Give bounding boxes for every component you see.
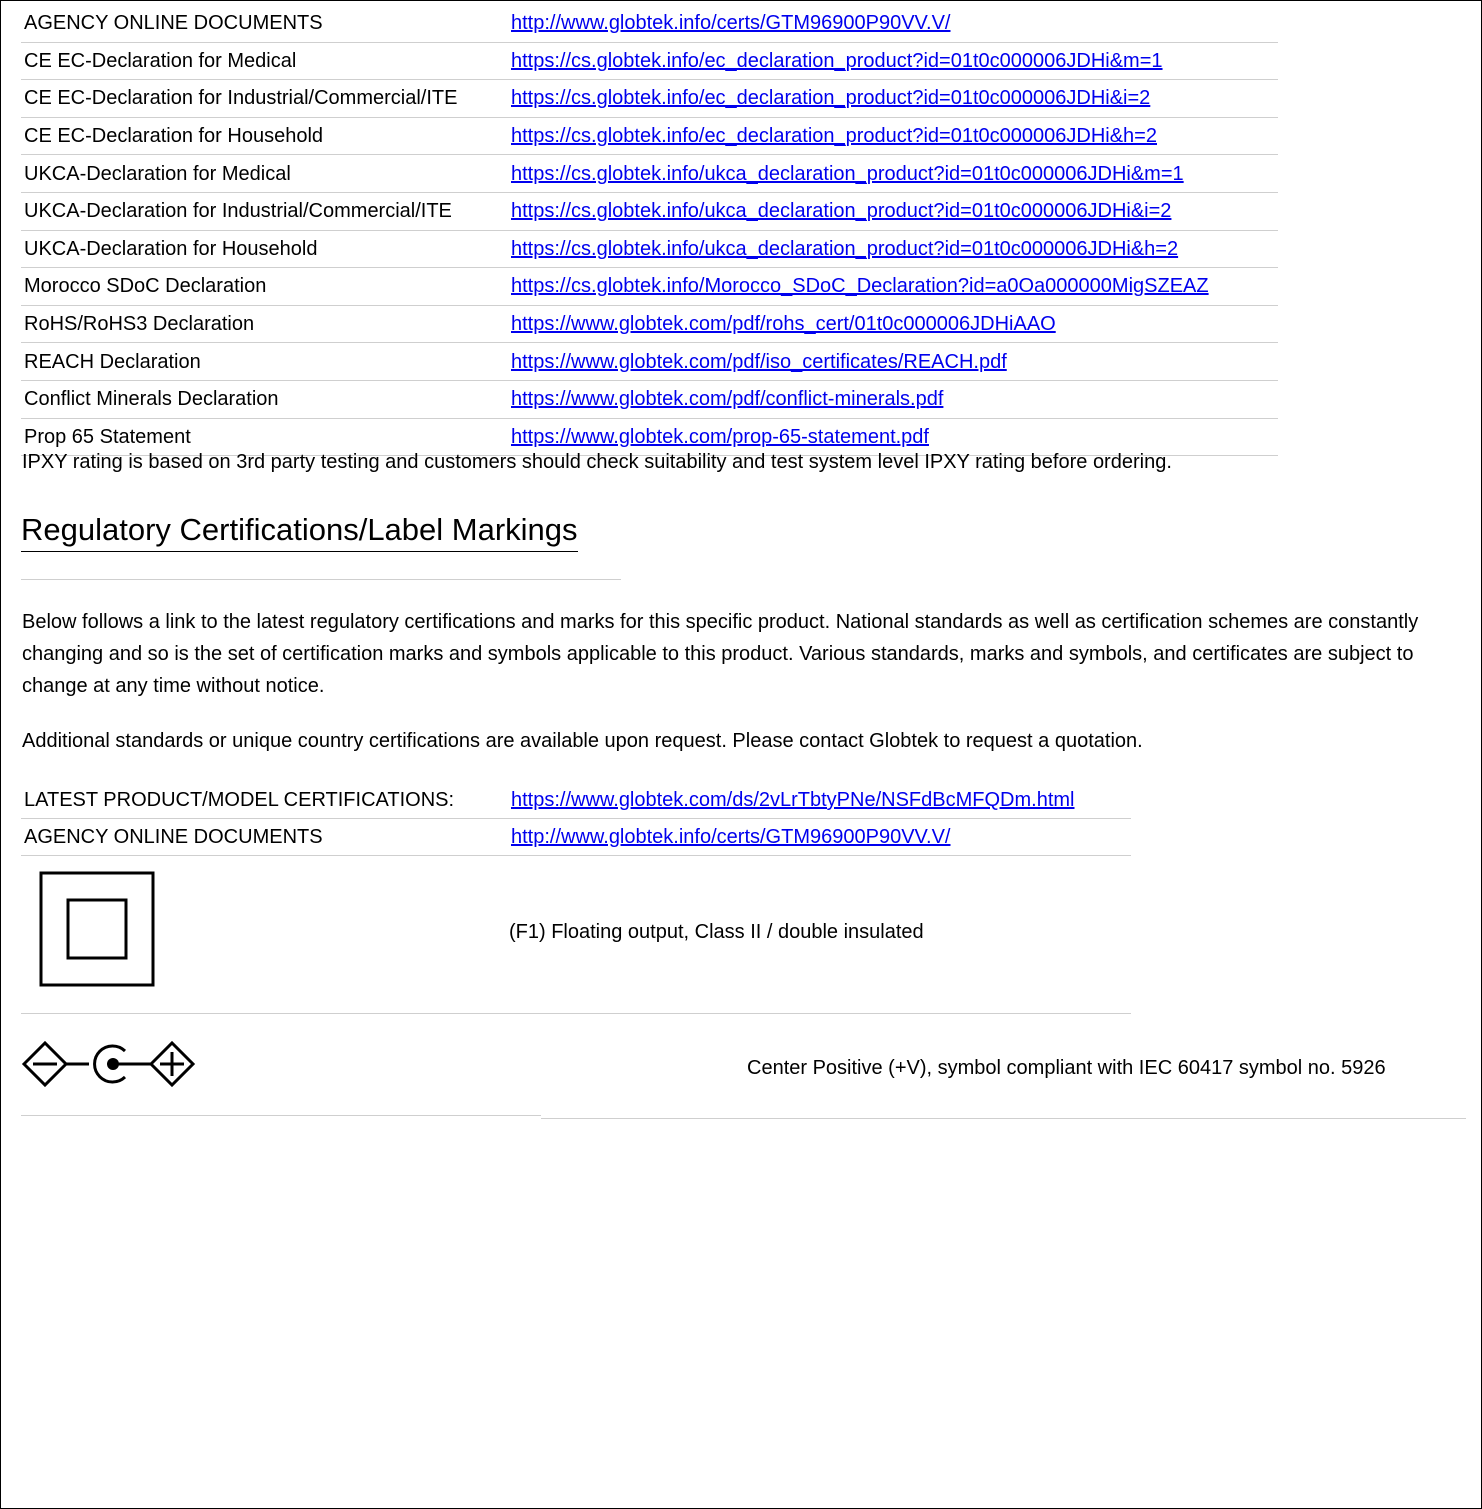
agency-documents-table: AGENCY ONLINE DOCUMENTS http://www.globte…	[21, 5, 1278, 457]
polarity-description: Center Positive (+V), symbol compliant w…	[747, 1057, 1386, 1079]
document-link[interactable]: https://www.globtek.com/pdf/rohs_cert/01…	[511, 313, 1056, 335]
document-link[interactable]: https://cs.globtek.info/ukca_declaration…	[511, 238, 1178, 260]
table-row: REACH Declaration https://www.globtek.com…	[21, 342, 1278, 381]
document-link-cell: https://cs.globtek.info/ukca_declaration…	[508, 192, 1278, 231]
document-link-cell: https://cs.globtek.info/ec_declaration_p…	[508, 117, 1278, 156]
table-row: Conflict Minerals Declaration https://www…	[21, 380, 1278, 419]
document-label: UKCA-Declaration for Medical	[21, 154, 508, 193]
table-row: UKCA-Declaration for Household https://cs…	[21, 230, 1278, 269]
document-link-cell: https://cs.globtek.info/ec_declaration_p…	[508, 42, 1278, 81]
document-link-cell: http://www.globtek.info/certs/GTM96900P9…	[508, 818, 1131, 856]
document-link-cell: https://www.globtek.com/pdf/iso_certific…	[508, 342, 1278, 381]
document-link[interactable]: https://www.globtek.com/prop-65-statemen…	[511, 426, 929, 448]
document-link[interactable]: https://cs.globtek.info/ec_declaration_p…	[511, 125, 1157, 147]
document-link[interactable]: https://cs.globtek.info/Morocco_SDoC_Dec…	[511, 275, 1209, 297]
document-link-cell: http://www.globtek.info/certs/GTM96900P9…	[508, 5, 1278, 43]
document-link-cell: https://cs.globtek.info/Morocco_SDoC_Dec…	[508, 267, 1278, 306]
document-link[interactable]: https://cs.globtek.info/ec_declaration_p…	[511, 50, 1163, 72]
document-link-cell: https://www.globtek.com/pdf/conflict-min…	[508, 380, 1278, 419]
document-label: CE EC-Declaration for Household	[21, 117, 508, 156]
table-row: UKCA-Declaration for Industrial/Commerci…	[21, 192, 1278, 231]
document-label: UKCA-Declaration for Household	[21, 230, 508, 269]
document-label: Morocco SDoC Declaration	[21, 267, 508, 306]
double-square-class-ii-icon	[39, 871, 155, 987]
document-link[interactable]: http://www.globtek.info/certs/GTM96900P9…	[511, 12, 951, 34]
center-positive-polarity-icon	[21, 1040, 196, 1088]
document-link-cell: https://www.globtek.com/ds/2vLrTbtyPNe/N…	[508, 782, 1131, 819]
document-link[interactable]: https://www.globtek.com/ds/2vLrTbtyPNe/N…	[511, 789, 1075, 811]
table-row: AGENCY ONLINE DOCUMENTS http://www.globte…	[21, 818, 1131, 856]
document-label: CE EC-Declaration for Industrial/Commerc…	[21, 79, 508, 118]
document-label: Conflict Minerals Declaration	[21, 380, 508, 419]
document-label: REACH Declaration	[21, 342, 508, 381]
table-row: CE EC-Declaration for Industrial/Commerc…	[21, 79, 1278, 118]
table-row: CE EC-Declaration for Household https://c…	[21, 117, 1278, 156]
document-label: AGENCY ONLINE DOCUMENTS	[21, 818, 508, 856]
table-row: RoHS/RoHS3 Declaration https://www.globte…	[21, 305, 1278, 344]
divider	[541, 1118, 1466, 1119]
table-row: Morocco SDoC Declaration https://cs.globt…	[21, 267, 1278, 306]
document-label: CE EC-Declaration for Medical	[21, 42, 508, 81]
document-link[interactable]: https://cs.globtek.info/ukca_declaration…	[511, 200, 1171, 222]
additional-standards-paragraph: Additional standards or unique country c…	[22, 730, 1143, 752]
table-row: AGENCY ONLINE DOCUMENTS http://www.globte…	[21, 5, 1278, 43]
table-row: UKCA-Declaration for Medical https://cs.g…	[21, 154, 1278, 193]
section-title: Regulatory Certifications/Label Markings	[21, 511, 578, 552]
class-ii-description: (F1) Floating output, Class II / double …	[509, 921, 924, 943]
document-label: AGENCY ONLINE DOCUMENTS	[21, 5, 508, 43]
document-label: UKCA-Declaration for Industrial/Commerci…	[21, 192, 508, 231]
table-row: LATEST PRODUCT/MODEL CERTIFICATIONS: http…	[21, 782, 1131, 819]
document-link[interactable]: https://www.globtek.com/pdf/iso_certific…	[511, 351, 1007, 373]
document-link-cell: https://cs.globtek.info/ec_declaration_p…	[508, 79, 1278, 118]
divider	[21, 1013, 1131, 1014]
document-link-cell: https://www.globtek.com/pdf/rohs_cert/01…	[508, 305, 1278, 344]
document-link-cell: https://cs.globtek.info/ukca_declaration…	[508, 230, 1278, 269]
document-page: AGENCY ONLINE DOCUMENTS http://www.globte…	[0, 0, 1482, 1509]
document-link[interactable]: https://cs.globtek.info/ukca_declaration…	[511, 163, 1184, 185]
table-row: CE EC-Declaration for Medical https://cs.…	[21, 42, 1278, 81]
document-label: RoHS/RoHS3 Declaration	[21, 305, 508, 344]
document-link[interactable]: https://www.globtek.com/pdf/conflict-min…	[511, 388, 943, 410]
document-link[interactable]: http://www.globtek.info/certs/GTM96900P9…	[511, 826, 951, 848]
ipxy-note: IPXY rating is based on 3rd party testin…	[22, 451, 1172, 473]
document-label: LATEST PRODUCT/MODEL CERTIFICATIONS:	[21, 782, 508, 819]
document-link-cell: https://cs.globtek.info/ukca_declaration…	[508, 154, 1278, 193]
certifications-links-table: LATEST PRODUCT/MODEL CERTIFICATIONS: http…	[21, 782, 1131, 856]
certifications-intro-paragraph: Below follows a link to the latest regul…	[22, 611, 1419, 697]
section-divider	[21, 579, 621, 580]
divider	[21, 1115, 541, 1116]
document-link[interactable]: https://cs.globtek.info/ec_declaration_p…	[511, 87, 1150, 109]
